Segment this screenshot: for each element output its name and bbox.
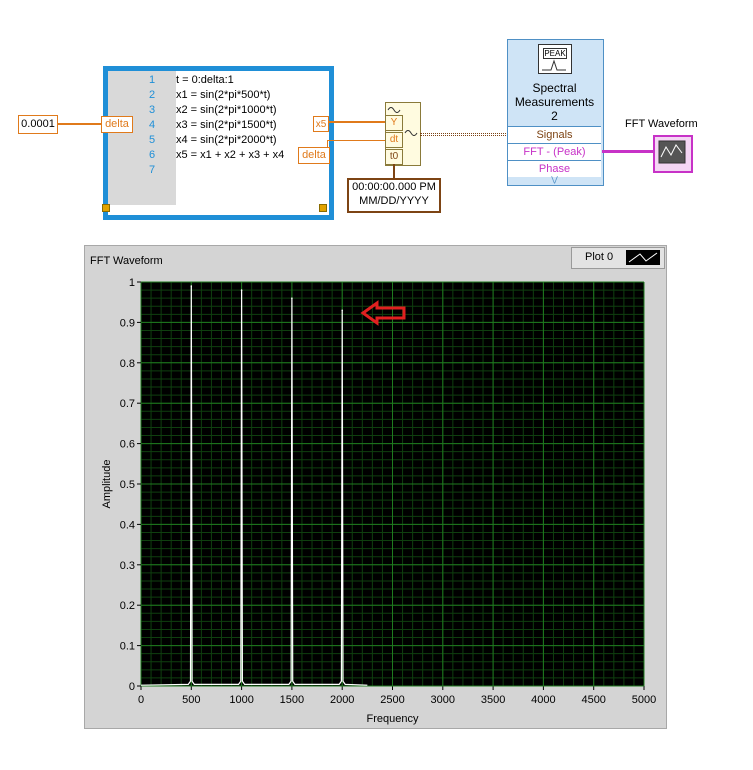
x-tick-label: 5000 — [632, 694, 656, 706]
spectrum-peak-point — [190, 285, 193, 287]
indicator-label: FFT Waveform — [625, 118, 698, 130]
input-terminal-delta[interactable]: delta — [101, 116, 133, 133]
delta-local[interactable]: delta — [298, 147, 330, 164]
y-tick-label: 0.5 — [120, 479, 135, 491]
y-tick-label: 1 — [129, 277, 135, 289]
expand-chevron-icon[interactable]: ⋁ — [508, 176, 601, 184]
x-tick-label: 4500 — [581, 694, 605, 706]
y-tick-label: 0.9 — [120, 317, 135, 329]
wire-x5 — [328, 121, 386, 123]
code-line-number: 6 — [148, 149, 156, 161]
timestamp-time: 00:00:00.000 PM — [352, 181, 436, 193]
timestamp-date: MM/DD/YYYY — [359, 195, 429, 207]
code-line-number: 5 — [148, 134, 156, 146]
code-line[interactable]: x1 = sin(2*pi*500*t) — [176, 89, 270, 101]
x-axis-label: Frequency — [367, 713, 419, 725]
express-vi-title-line1: Spectral — [532, 81, 577, 95]
express-vi-title: Spectral Measurements 2 — [508, 81, 601, 123]
y-tick-label: 0.8 — [120, 358, 135, 370]
plot-legend[interactable]: Plot 0 — [571, 247, 665, 269]
y-tick-label: 0.1 — [120, 641, 135, 653]
terminal-fft-peak[interactable]: FFT - (Peak) — [508, 143, 601, 160]
x-tick-label: 2000 — [330, 694, 354, 706]
express-vi-title-line3: 2 — [551, 109, 558, 123]
x-tick-label: 3500 — [481, 694, 505, 706]
x-tick-label: 0 — [138, 694, 144, 706]
y-axis-label: Amplitude — [101, 460, 113, 509]
delta-constant[interactable]: 0.0001 — [18, 115, 58, 134]
legend-label: Plot 0 — [585, 251, 614, 263]
y-tick-label: 0.7 — [120, 398, 135, 410]
waveform-output-icon — [404, 130, 418, 136]
red-arrow-annotation — [360, 300, 406, 326]
code-line-number: 4 — [148, 119, 156, 131]
code-line[interactable]: x3 = sin(2*pi*1500*t) — [176, 119, 277, 131]
terminal-t0[interactable]: t0 — [385, 149, 403, 165]
output-terminal-x5[interactable]: x5 — [313, 116, 329, 132]
peak-icon-label: PEAK — [543, 48, 567, 59]
code-line[interactable]: t = 0:delta:1 — [176, 74, 234, 86]
graph-icon — [658, 140, 686, 164]
spectrum-peak-point — [291, 297, 293, 299]
peak-curve-icon — [542, 59, 566, 71]
spectrum-peak-point — [240, 289, 243, 291]
x-tick-label: 500 — [182, 694, 200, 706]
node-corner-bl — [102, 204, 110, 212]
y-tick-label: 0.6 — [120, 439, 135, 451]
wire-delta-dt — [327, 140, 386, 141]
y-tick-label: 0.3 — [120, 560, 135, 572]
code-line[interactable]: x5 = x1 + x2 + x3 + x4 — [176, 149, 284, 161]
wire-fft — [602, 150, 654, 153]
fft-waveform-indicator[interactable] — [653, 135, 693, 173]
graph-title: FFT Waveform — [90, 255, 163, 267]
legend-line-icon — [628, 252, 658, 263]
x-tick-label: 1500 — [280, 694, 304, 706]
fft-chart[interactable]: 0 500 1000 1500 2000 2500 3000 3500 4000 4500 5000… — [84, 270, 665, 730]
express-vi-title-line2: Measurements — [514, 95, 595, 109]
terminal-dt[interactable]: dt — [385, 132, 403, 148]
x-tick-label: 3000 — [431, 694, 455, 706]
wire-waveform — [420, 133, 508, 134]
y-tick-label: 0 — [129, 681, 135, 693]
waveform-icon — [387, 107, 401, 113]
line-number-gutter — [108, 71, 176, 205]
code-line-number: 7 — [148, 164, 156, 176]
x-tick-label: 1000 — [229, 694, 253, 706]
code-line-number: 2 — [148, 89, 156, 101]
wire-delta — [57, 123, 103, 125]
spectrum-peak-point — [341, 309, 344, 312]
legend-swatch — [626, 250, 660, 265]
node-corner-br — [319, 204, 327, 212]
x-tick-label: 2500 — [380, 694, 404, 706]
terminal-signals[interactable]: Signals — [508, 126, 601, 143]
y-tick-label: 0.4 — [120, 519, 135, 531]
code-line-number: 3 — [148, 104, 156, 116]
wire-waveform-2 — [420, 135, 508, 136]
timestamp-constant[interactable]: 00:00:00.000 PM MM/DD/YYYY — [347, 178, 441, 213]
code-line-number: 1 — [148, 74, 156, 86]
y-tick-label: 0.2 — [120, 600, 135, 612]
code-line[interactable]: x4 = sin(2*pi*2000*t) — [176, 134, 277, 146]
wire-timestamp — [393, 164, 395, 178]
terminal-y[interactable]: Y — [385, 115, 403, 131]
peak-icon: PEAK — [538, 44, 572, 74]
code-line[interactable]: x2 = sin(2*pi*1000*t) — [176, 104, 277, 116]
x-tick-label: 4000 — [531, 694, 555, 706]
